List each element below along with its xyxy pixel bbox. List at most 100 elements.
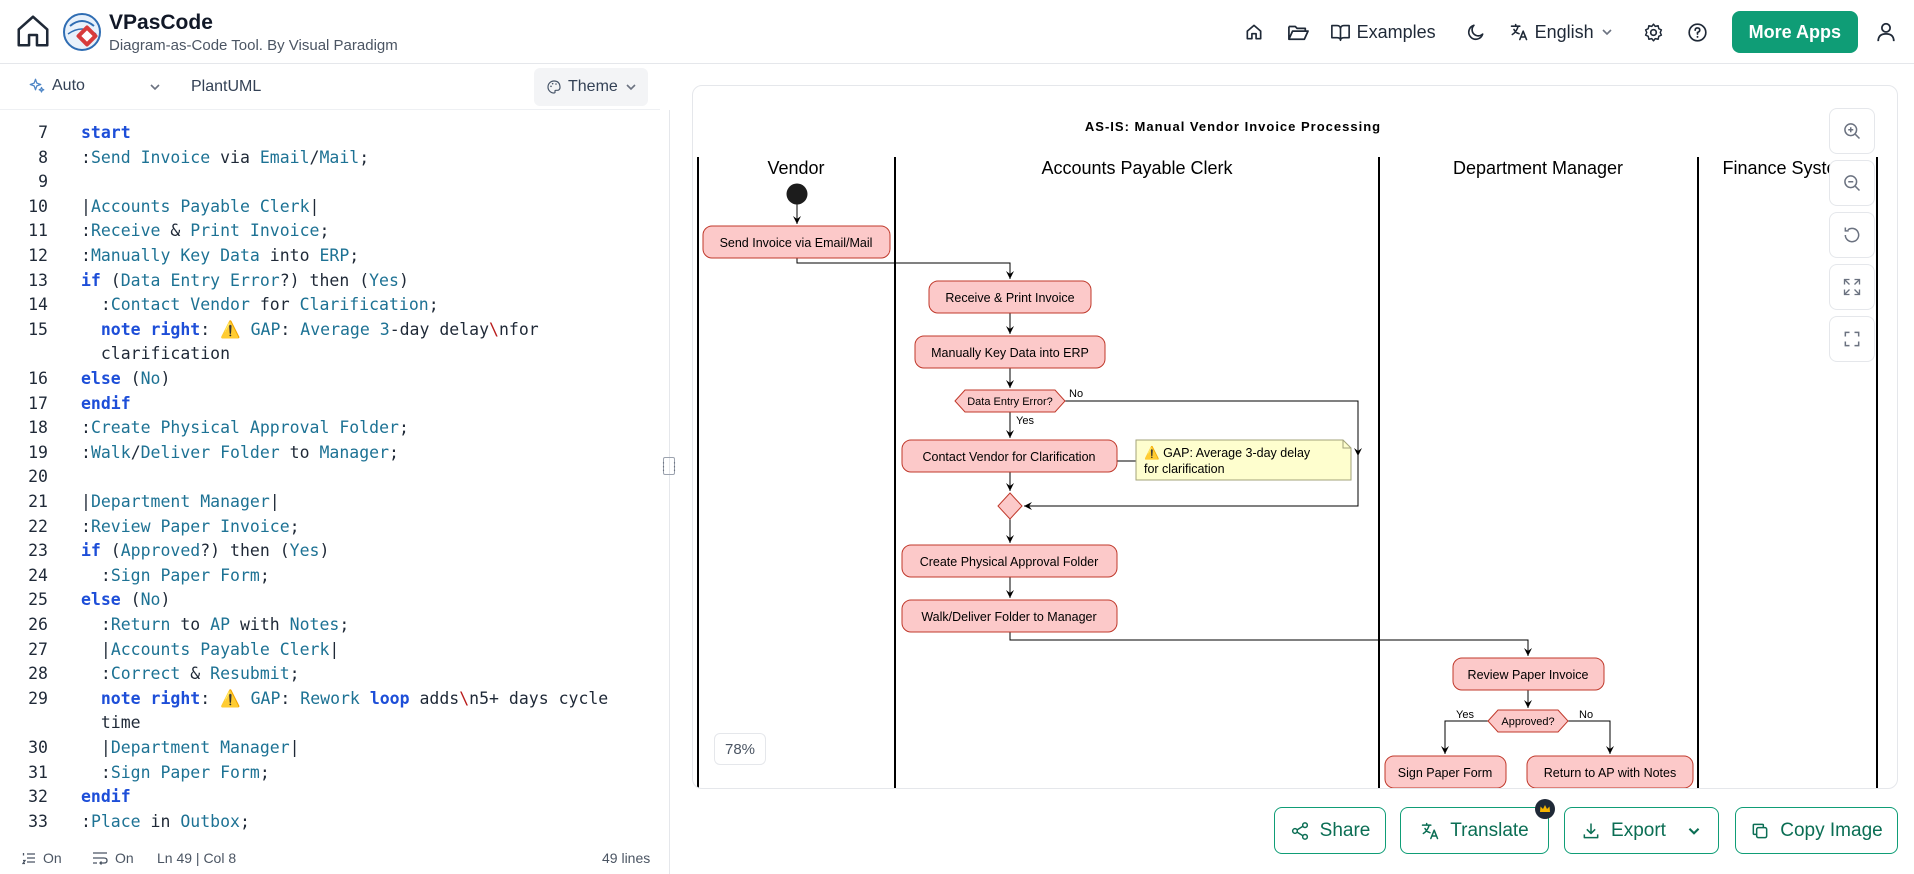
code-line[interactable]: note right: ⚠️ GAP: Average 3-day delay\… <box>81 320 539 340</box>
code-line[interactable]: else (No) <box>81 590 170 609</box>
translate-button[interactable]: Translate <box>1400 799 1555 854</box>
svg-text:Review Paper Invoice: Review Paper Invoice <box>1468 668 1589 682</box>
code-line[interactable]: |Department Manager| <box>81 738 300 757</box>
user-icon[interactable] <box>1874 20 1898 44</box>
diagram-title: AS-IS: Manual Vendor Invoice Processing <box>1085 119 1381 134</box>
branch-yes-label: Yes <box>1016 415 1034 427</box>
code-line[interactable]: clarification <box>81 344 230 363</box>
svg-text:Send Invoice via Email/Mail: Send Invoice via Email/Mail <box>720 236 873 250</box>
line-number: 25 <box>28 590 48 610</box>
zoom-in-icon <box>1844 123 1861 140</box>
examples-button[interactable]: Examples <box>1330 22 1436 43</box>
svg-text:Walk/Deliver Folder to Manager: Walk/Deliver Folder to Manager <box>921 610 1096 624</box>
line-number: 24 <box>28 565 48 585</box>
zoom-level: 78% <box>714 733 766 765</box>
copy-icon <box>1752 823 1768 838</box>
zoom-out-button[interactable] <box>1829 160 1875 206</box>
activity-return-ap: Return to AP with Notes <box>1526 755 1694 788</box>
list-ordered-icon <box>22 853 35 865</box>
moon-icon[interactable] <box>1464 20 1488 44</box>
translate-icon <box>1422 822 1439 839</box>
line-number: 32 <box>28 787 48 807</box>
code-line[interactable]: :Receive & Print Invoice; <box>81 221 329 240</box>
code-line[interactable]: |Department Manager| <box>81 492 280 511</box>
code-line[interactable]: :Return to AP with Notes; <box>81 615 349 634</box>
code-line[interactable]: note right: ⚠️ GAP: Rework loop adds\n5+… <box>81 689 608 709</box>
language-label[interactable]: PlantUML <box>191 78 261 96</box>
code-line[interactable]: if (Approved?) then (Yes) <box>81 541 329 560</box>
line-number: 19 <box>28 442 48 462</box>
theme-selector[interactable]: Theme <box>534 68 648 106</box>
book-icon <box>1330 24 1350 41</box>
code-line[interactable]: start <box>81 123 131 142</box>
chevron-down-icon <box>1688 827 1700 835</box>
code-line[interactable]: time <box>81 713 141 732</box>
code-line[interactable]: :Review Paper Invoice; <box>81 517 300 536</box>
fullscreen-button[interactable] <box>1829 316 1875 362</box>
line-number: 8 <box>38 147 48 167</box>
home-nav-icon[interactable] <box>1242 20 1266 44</box>
resize-handle-icon[interactable]: ⋮⋮ <box>658 457 680 475</box>
editor-toolbar: Auto PlantUML Theme <box>0 64 660 110</box>
activity-contact-vendor: Contact Vendor for Clarification <box>901 439 1118 473</box>
app-name: VPasCode <box>109 11 213 34</box>
code-line[interactable]: :Sign Paper Form; <box>81 566 270 585</box>
reset-zoom-button[interactable] <box>1829 212 1875 258</box>
code-line[interactable]: |Accounts Payable Clerk| <box>81 640 339 659</box>
code-line[interactable]: :Place in Outbox; <box>81 812 250 831</box>
activity-walk-deliver: Walk/Deliver Folder to Manager <box>901 599 1118 633</box>
svg-text:Sign Paper Form: Sign Paper Form <box>1398 766 1492 780</box>
home-icon[interactable] <box>14 12 52 50</box>
language-selector[interactable]: English <box>1509 22 1614 43</box>
approved-yes-label: Yes <box>1456 709 1474 721</box>
help-icon[interactable] <box>1686 20 1710 44</box>
line-number: 26 <box>28 615 48 634</box>
copy-image-button[interactable]: Copy Image <box>1735 807 1898 854</box>
export-button[interactable]: Export <box>1564 807 1719 854</box>
code-line[interactable]: |Accounts Payable Clerk| <box>81 197 319 216</box>
code-line[interactable]: if (Data Entry Error?) then (Yes) <box>81 271 409 290</box>
code-area[interactable]: 7 start 8:Send Invoice via Email/Mail; 9 10 |… <box>0 116 660 840</box>
activity-review-invoice: Review Paper Invoice <box>1452 657 1605 691</box>
code-line[interactable]: endif <box>81 394 131 413</box>
line-number: 15 <box>28 319 48 339</box>
share-button[interactable]: Share <box>1274 807 1386 854</box>
code-line[interactable]: :Walk/Deliver Folder to Manager; <box>81 443 399 462</box>
svg-text:Contact Vendor for Clarificati: Contact Vendor for Clarification <box>922 450 1095 464</box>
code-line[interactable]: :Contact Vendor for Clarification; <box>81 295 439 314</box>
decision-approved: Approved? <box>1487 709 1569 733</box>
more-apps-button[interactable]: More Apps <box>1731 11 1858 53</box>
copy-image-label: Copy Image <box>1780 819 1883 841</box>
examples-label: Examples <box>1356 21 1436 42</box>
code-line[interactable]: else (No) <box>81 369 170 388</box>
diagram-preview[interactable]: AS-IS: Manual Vendor Invoice Processing … <box>692 85 1898 789</box>
diagram-zoom-tools <box>1829 108 1875 368</box>
folder-open-icon[interactable] <box>1286 20 1310 44</box>
approved-no-label: No <box>1579 709 1593 721</box>
code-line[interactable]: :Correct & Resubmit; <box>81 664 300 683</box>
line-number: 11 <box>28 221 48 241</box>
line-number: 10 <box>28 196 48 216</box>
fit-to-screen-button[interactable] <box>1829 264 1875 310</box>
line-number: 16 <box>28 369 48 388</box>
chevron-down-icon[interactable] <box>148 80 162 94</box>
code-line[interactable]: endif <box>81 787 131 806</box>
code-line[interactable]: :Create Physical Approval Folder; <box>81 418 409 437</box>
gear-icon[interactable] <box>1642 20 1666 44</box>
start-node <box>786 183 808 205</box>
code-line[interactable]: :Send Invoice via Email/Mail; <box>81 148 369 167</box>
line-count: 49 lines <box>602 850 651 866</box>
code-line[interactable]: :Sign Paper Form; <box>81 763 270 782</box>
line-number: 20 <box>28 467 48 487</box>
wrap-state: On <box>115 850 134 866</box>
zoom-in-button[interactable] <box>1829 108 1875 154</box>
activity-create-folder: Create Physical Approval Folder <box>901 544 1118 578</box>
lane-department-manager: Department Manager <box>1453 158 1623 178</box>
wrap-toggle[interactable]: On <box>92 850 134 866</box>
panel-divider <box>669 110 670 874</box>
line-numbers-toggle[interactable]: On <box>22 850 62 866</box>
share-icon <box>1291 821 1308 840</box>
mode-selector[interactable]: Auto <box>28 77 85 95</box>
code-line[interactable]: :Manually Key Data into ERP; <box>81 246 359 265</box>
line-number: 27 <box>28 639 48 659</box>
